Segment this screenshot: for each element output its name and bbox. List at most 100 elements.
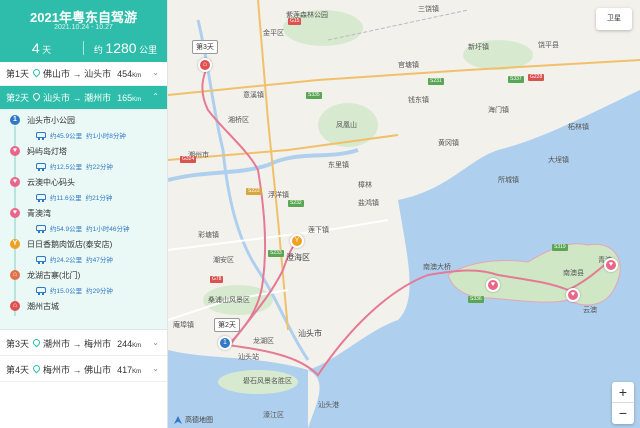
stop-item[interactable]: ⌂ 潮州古城	[10, 300, 59, 312]
day-label: 第1天	[6, 69, 30, 79]
attraction-marker-icon[interactable]: ♥	[604, 258, 618, 272]
day-2-row[interactable]: 第2天 汕头市 → 潮州市 165Km ⌃	[0, 86, 167, 110]
stop-item[interactable]: ⌂ 龙湖古寨(北门)	[10, 269, 80, 281]
zoom-in-button[interactable]: +	[612, 382, 634, 403]
map-label: 龙湖区	[253, 338, 274, 345]
leg-item: 约45.9公里 约1小时8分钟	[36, 130, 126, 140]
road-badge: S337	[508, 76, 524, 83]
stop-item[interactable]: Y 日日香鹅肉饭店(泰安店)	[10, 238, 112, 250]
attraction-icon: ♥	[10, 208, 20, 218]
location-pin-icon	[33, 93, 40, 102]
map-label: 南澳县	[563, 270, 584, 277]
landmark-icon: ⌂	[10, 270, 20, 280]
day-distance: 417Km	[117, 364, 142, 375]
arrow: →	[72, 364, 82, 375]
road-badge: G15	[288, 18, 302, 25]
attraction-icon: ♥	[10, 146, 20, 156]
arrow: →	[72, 338, 82, 349]
map-label: 汕头港	[318, 402, 339, 409]
map-label: 礐石风景名胜区	[243, 378, 292, 385]
map-label: 浮洋镇	[268, 192, 289, 199]
trip-summary: 4 天 约 1280 公里	[0, 38, 167, 58]
day-from: 梅州市	[43, 365, 71, 375]
stop-item[interactable]: ♥ 云澳中心码头	[10, 176, 75, 188]
road-badge: S233	[268, 250, 284, 257]
stop-item[interactable]: 1 汕头市小公园	[10, 114, 75, 126]
chevron-up-icon[interactable]: ⌃	[152, 92, 159, 101]
map-logo: 高德地图	[174, 415, 213, 425]
chevron-down-icon[interactable]: ⌄	[152, 364, 159, 373]
map-label: 莲下镇	[308, 227, 329, 234]
days-count: 4 天	[31, 40, 52, 56]
leg-item: 约54.9公里 约1小时46分钟	[36, 223, 130, 233]
car-icon	[36, 256, 46, 264]
day-label: 第4天	[6, 365, 30, 375]
map-label: 凤凰山	[336, 122, 357, 129]
day-from: 潮州市	[43, 339, 71, 349]
map-label: 澄海区	[286, 253, 310, 262]
landmark-marker-icon[interactable]: ⌂	[198, 58, 212, 72]
road-badge: G324	[180, 156, 197, 163]
map-label: 海门镇	[488, 107, 509, 114]
map-view[interactable]: 紫莲森林公园 三饶镇 饶平县 新圩镇 凤凰山 意溪镇 湘桥区 潮州市 黄冈镇 柘…	[168, 0, 640, 428]
map-label: 汕头站	[238, 354, 259, 361]
map-label: 庵埠镇	[173, 322, 194, 329]
day-1-row[interactable]: 第1天 佛山市 → 汕头市 454Km ⌄	[0, 62, 167, 86]
location-pin-icon	[33, 69, 40, 78]
number-marker-icon[interactable]: 1	[218, 336, 232, 350]
day-to: 梅州市	[84, 339, 112, 349]
day-4-row[interactable]: 第4天 梅州市 → 佛山市 417Km ⌄	[0, 358, 167, 382]
itinerary-panel: 2021年粤东自驾游 2021.10.24 - 10.27 4 天 约 1280…	[0, 0, 168, 428]
chevron-down-icon[interactable]: ⌄	[152, 68, 159, 77]
car-icon	[36, 132, 46, 140]
day-label: 第2天	[6, 93, 30, 103]
stop-item[interactable]: ♥ 妈屿岛灯塔	[10, 145, 67, 157]
attraction-marker-icon[interactable]: ♥	[486, 278, 500, 292]
location-pin-icon	[33, 339, 40, 348]
road-badge: S232	[288, 200, 304, 207]
day-3-row[interactable]: 第3天 潮州市 → 梅州市 244Km ⌄	[0, 332, 167, 356]
car-icon	[36, 194, 46, 202]
day-to: 汕头市	[84, 69, 112, 79]
map-label: 汕头市	[298, 329, 322, 338]
road-badge: G228	[528, 74, 545, 81]
day-2-tag[interactable]: 第2天	[214, 318, 240, 332]
restaurant-marker-icon[interactable]: Y	[290, 234, 304, 248]
car-icon	[36, 225, 46, 233]
map-label: 三饶镇	[418, 6, 439, 13]
arrow: →	[72, 68, 82, 79]
location-pin-icon	[33, 365, 40, 374]
road-badge: S336	[468, 296, 484, 303]
zoom-out-button[interactable]: −	[612, 403, 634, 424]
road-badge: S319	[552, 244, 568, 251]
total-distance: 约 1280 公里	[93, 40, 158, 56]
attraction-icon: ♥	[10, 177, 20, 187]
attraction-marker-icon[interactable]: ♥	[566, 288, 580, 302]
map-label: 潮安区	[213, 257, 234, 264]
day-from: 汕头市	[43, 93, 71, 103]
trip-planner-app: 2021年粤东自驾游 2021.10.24 - 10.27 4 天 约 1280…	[0, 0, 640, 428]
stop-item[interactable]: ♥ 青澳湾	[10, 207, 51, 219]
arrow: →	[72, 92, 82, 103]
road-badge: G78	[210, 276, 224, 283]
map-label: 钱东镇	[408, 97, 429, 104]
road-badge: S222	[246, 188, 262, 195]
day-to: 潮州市	[84, 93, 112, 103]
road-badge: S231	[428, 78, 444, 85]
day-3-tag[interactable]: 第3天	[192, 40, 218, 54]
satellite-button[interactable]: 卫星	[596, 8, 632, 30]
trip-dates: 2021.10.24 - 10.27	[54, 24, 113, 31]
map-label: 南澳大桥	[423, 264, 451, 271]
leg-item: 约24.2公里 约47分钟	[36, 254, 113, 264]
number-marker-icon: 1	[10, 115, 20, 125]
map-label: 湘桥区	[228, 117, 249, 124]
map-label: 黄冈镇	[438, 140, 459, 147]
chevron-down-icon[interactable]: ⌄	[152, 338, 159, 347]
map-label: 云澳	[583, 307, 597, 314]
car-icon	[36, 163, 46, 171]
road-badge: S335	[306, 92, 322, 99]
map-label: 东里镇	[328, 162, 349, 169]
map-label: 盐鸿镇	[358, 200, 379, 207]
map-label: 饶平县	[538, 42, 559, 49]
day-2-detail: 1 汕头市小公园 约45.9公里 约1小时8分钟 ♥ 妈屿岛灯塔 约12.5公里 约22…	[0, 110, 167, 330]
